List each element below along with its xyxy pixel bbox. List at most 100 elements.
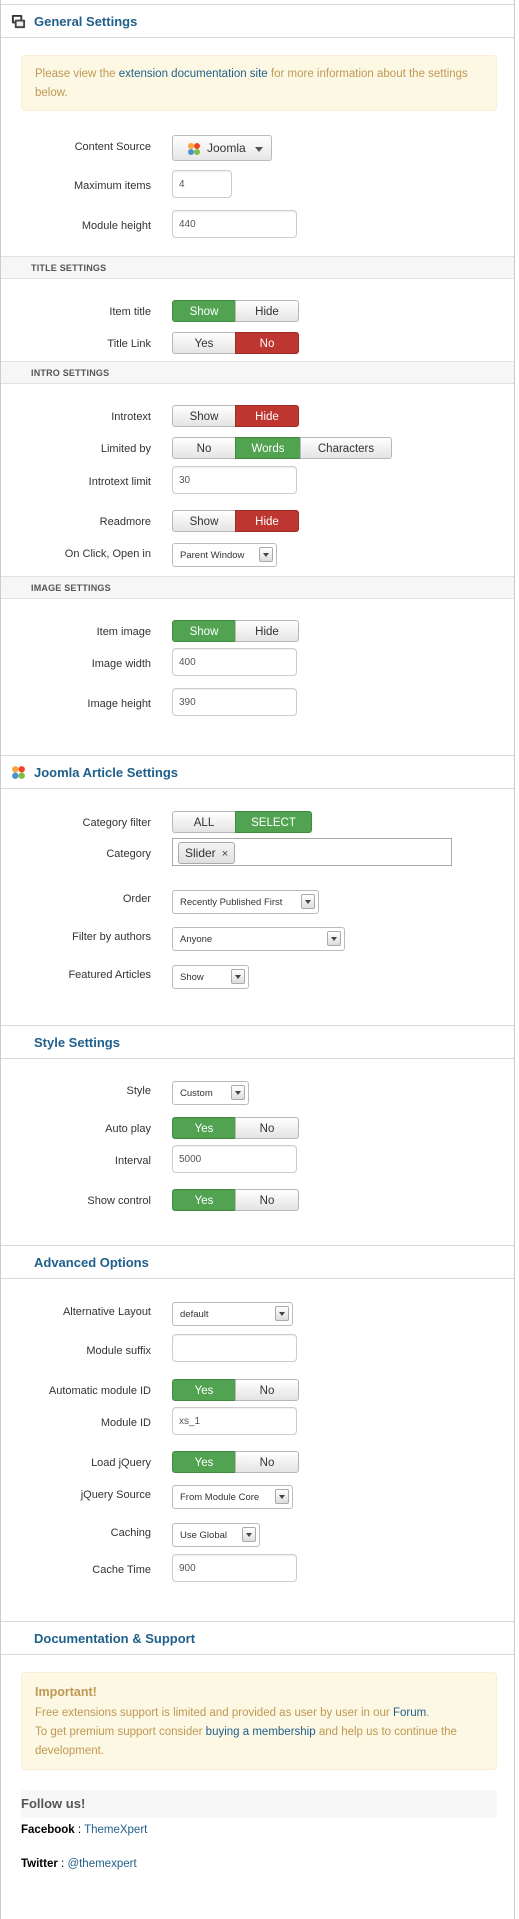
- chevron-down-icon: [259, 547, 273, 562]
- alternative-layout-select[interactable]: default: [172, 1302, 293, 1326]
- onclick-open-label: On Click, Open in: [64, 548, 151, 560]
- chevron-down-icon: [231, 1085, 245, 1100]
- readmore-show-button[interactable]: Show: [172, 510, 236, 532]
- limited-by-characters-button[interactable]: Characters: [300, 437, 392, 459]
- filter-authors-label: Filter by authors: [72, 931, 151, 943]
- automatic-module-id-yes-button[interactable]: Yes: [172, 1379, 236, 1401]
- order-label: Order: [122, 893, 151, 905]
- forum-link[interactable]: Forum: [393, 1707, 426, 1719]
- load-jquery-no-button[interactable]: No: [235, 1451, 299, 1473]
- notice-text-start: Please view the: [35, 68, 119, 80]
- general-settings-header[interactable]: General Settings: [1, 4, 514, 38]
- facebook-label: Facebook: [21, 1824, 75, 1836]
- module-id-input[interactable]: xs_1: [172, 1407, 297, 1435]
- interval-input[interactable]: 5000: [172, 1145, 297, 1173]
- twitter-line: Twitter : @themexpert: [21, 1858, 137, 1870]
- style-label: Style: [126, 1085, 151, 1097]
- featured-articles-label: Featured Articles: [68, 969, 151, 981]
- chevron-down-icon: [327, 931, 341, 946]
- membership-link[interactable]: buying a membership: [206, 1726, 316, 1738]
- cache-time-label: Cache Time: [92, 1564, 151, 1576]
- intro-settings-header: INTRO SETTINGS: [1, 361, 514, 384]
- alternative-layout-label: Alternative Layout: [62, 1306, 151, 1318]
- item-title-hide-button[interactable]: Hide: [235, 300, 299, 322]
- advanced-options-title: Advanced Options: [34, 1255, 149, 1270]
- image-height-label: Image height: [87, 698, 151, 710]
- advanced-options-header[interactable]: Advanced Options: [1, 1245, 514, 1279]
- introtext-toggle: Show Hide: [172, 405, 299, 427]
- support-text-2: To get premium support consider: [35, 1726, 206, 1738]
- auto-play-label: Auto play: [105, 1123, 151, 1135]
- limited-by-words-button[interactable]: Words: [235, 437, 301, 459]
- image-height-input[interactable]: 390: [172, 688, 297, 716]
- category-filter-select-button[interactable]: SELECT: [235, 811, 312, 833]
- chevron-down-icon: [275, 1489, 289, 1504]
- readmore-label: Readmore: [99, 516, 151, 528]
- caching-select[interactable]: Use Global: [172, 1523, 260, 1547]
- style-value: Custom: [180, 1088, 213, 1099]
- featured-articles-select[interactable]: Show: [172, 965, 249, 989]
- introtext-limit-input[interactable]: 30: [172, 466, 297, 494]
- style-select[interactable]: Custom: [172, 1081, 249, 1105]
- category-filter-toggle: ALL SELECT: [172, 811, 312, 833]
- auto-play-yes-button[interactable]: Yes: [172, 1117, 236, 1139]
- load-jquery-label: Load jQuery: [91, 1457, 151, 1469]
- introtext-hide-button[interactable]: Hide: [235, 405, 299, 427]
- order-value: Recently Published First: [180, 897, 283, 908]
- documentation-support-title: Documentation & Support: [34, 1631, 196, 1646]
- joomla-article-settings-header[interactable]: Joomla Article Settings: [1, 755, 514, 789]
- show-control-no-button[interactable]: No: [235, 1189, 299, 1211]
- load-jquery-yes-button[interactable]: Yes: [172, 1451, 236, 1473]
- cache-time-input[interactable]: 900: [172, 1554, 297, 1582]
- general-settings-title: General Settings: [34, 14, 138, 29]
- follow-us-bar: Follow us!: [21, 1790, 497, 1818]
- title-settings-header: TITLE SETTINGS: [1, 256, 514, 279]
- item-title-toggle: Show Hide: [172, 300, 299, 322]
- show-control-toggle: Yes No: [172, 1189, 299, 1211]
- readmore-hide-button[interactable]: Hide: [235, 510, 299, 532]
- order-select[interactable]: Recently Published First: [172, 890, 319, 914]
- jquery-source-select[interactable]: From Module Core: [172, 1485, 293, 1509]
- title-link-no-button[interactable]: No: [235, 332, 299, 354]
- category-label: Category: [106, 848, 151, 860]
- chevron-down-icon: [275, 1306, 289, 1321]
- show-control-yes-button[interactable]: Yes: [172, 1189, 236, 1211]
- remove-tag-icon[interactable]: ×: [222, 848, 228, 860]
- filter-authors-value: Anyone: [180, 934, 213, 945]
- joomla-logo-icon: [188, 143, 200, 155]
- support-text-line1: Free extensions support is limited and p…: [35, 1704, 483, 1723]
- style-settings-header[interactable]: Style Settings: [1, 1025, 514, 1059]
- style-settings-title: Style Settings: [34, 1035, 120, 1050]
- limited-by-no-button[interactable]: No: [172, 437, 236, 459]
- auto-play-no-button[interactable]: No: [235, 1117, 299, 1139]
- item-image-show-button[interactable]: Show: [172, 620, 236, 642]
- readmore-toggle: Show Hide: [172, 510, 299, 532]
- onclick-open-select[interactable]: Parent Window: [172, 543, 277, 567]
- documentation-link[interactable]: extension documentation site: [119, 68, 268, 80]
- category-multiselect[interactable]: Slider ×: [172, 838, 452, 866]
- facebook-link[interactable]: ThemeXpert: [84, 1824, 147, 1836]
- module-height-input[interactable]: 440: [172, 210, 297, 238]
- follow-us-heading: Follow us!: [21, 1796, 86, 1811]
- title-settings-heading: TITLE SETTINGS: [31, 263, 107, 273]
- automatic-module-id-no-button[interactable]: No: [235, 1379, 299, 1401]
- load-jquery-toggle: Yes No: [172, 1451, 299, 1473]
- image-width-input[interactable]: 400: [172, 648, 297, 676]
- category-filter-all-button[interactable]: ALL: [172, 811, 236, 833]
- filter-authors-select[interactable]: Anyone: [172, 927, 345, 951]
- max-items-input[interactable]: 4: [172, 170, 232, 198]
- item-image-label: Item image: [96, 626, 151, 638]
- content-source-dropdown[interactable]: Joomla: [172, 135, 272, 161]
- introtext-show-button[interactable]: Show: [172, 405, 236, 427]
- chevron-down-icon: [301, 894, 315, 909]
- alternative-layout-value: default: [180, 1309, 209, 1320]
- item-title-label: Item title: [109, 306, 151, 318]
- twitter-link[interactable]: @themexpert: [67, 1858, 136, 1870]
- item-title-show-button[interactable]: Show: [172, 300, 236, 322]
- onclick-open-value: Parent Window: [180, 550, 245, 561]
- item-image-hide-button[interactable]: Hide: [235, 620, 299, 642]
- documentation-notice: Please view the extension documentation …: [21, 55, 497, 111]
- title-link-yes-button[interactable]: Yes: [172, 332, 236, 354]
- module-suffix-input[interactable]: [172, 1334, 297, 1362]
- documentation-support-header[interactable]: Documentation & Support: [1, 1621, 514, 1655]
